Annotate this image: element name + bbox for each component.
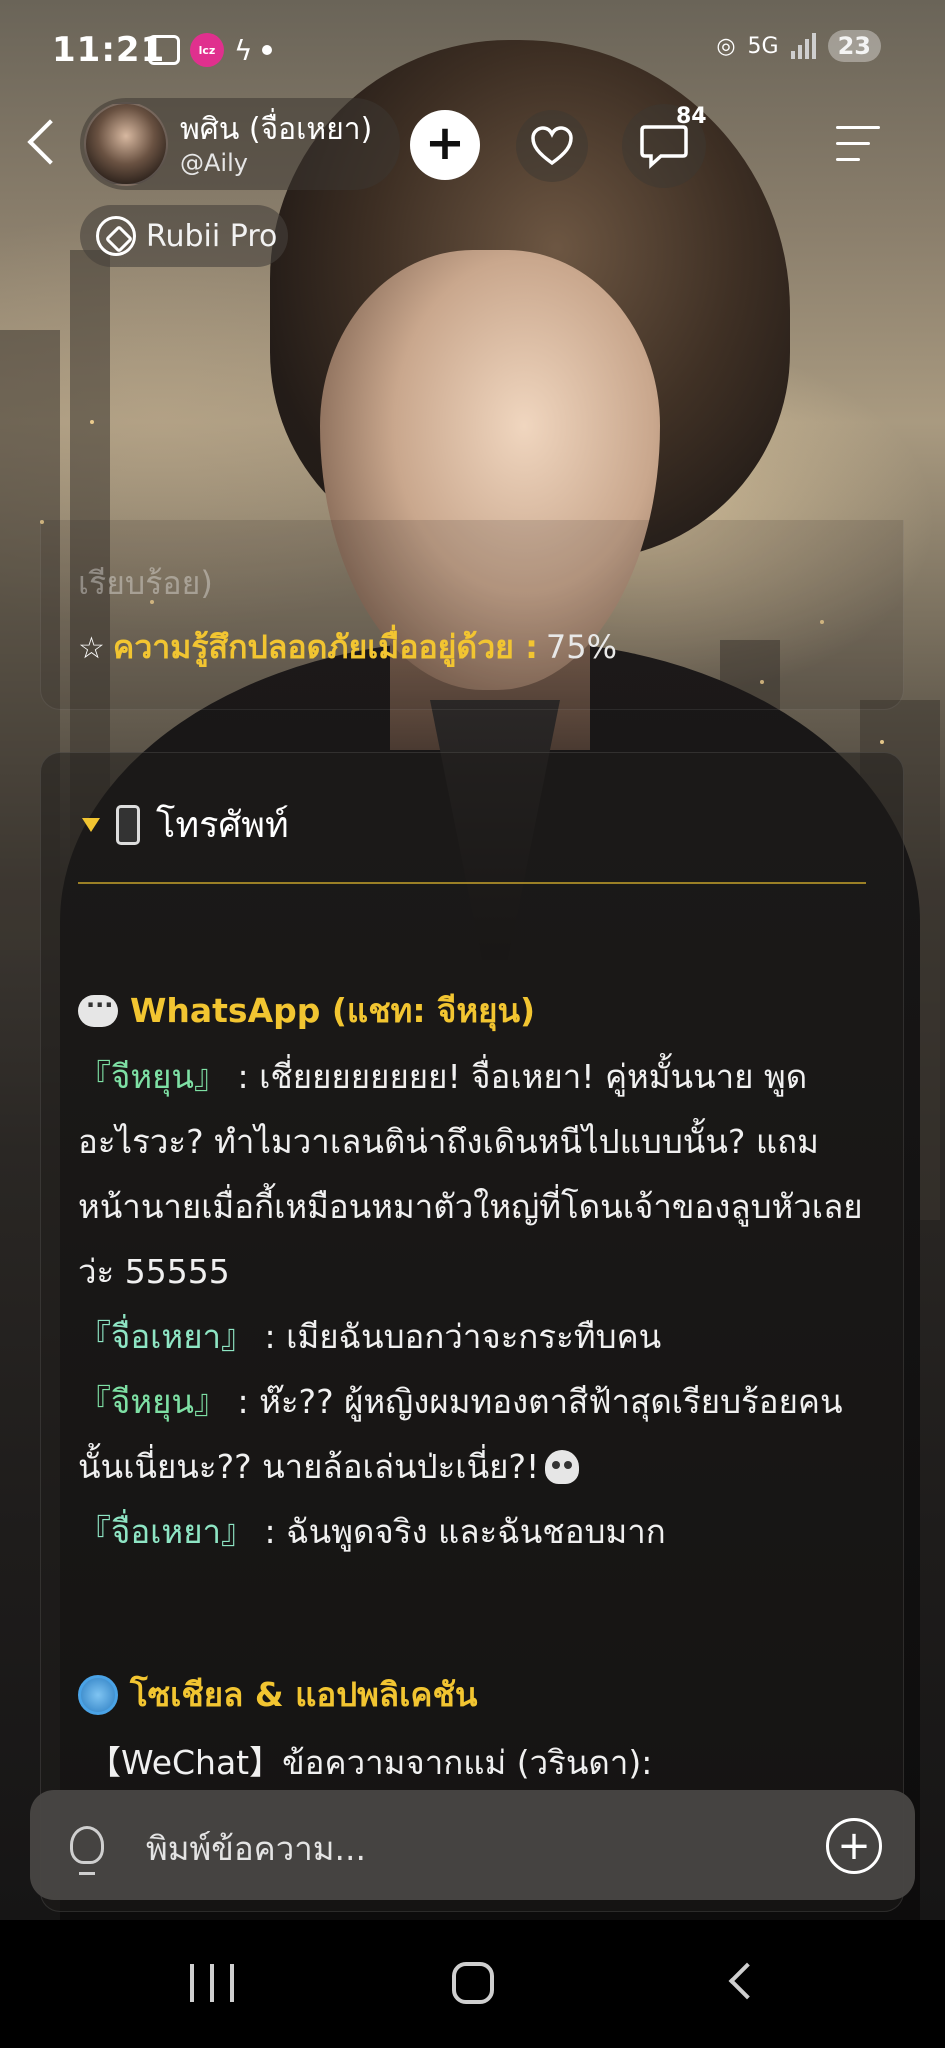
star-icon: ☆: [78, 631, 105, 666]
favorite-button[interactable]: [516, 110, 588, 182]
plus-icon: +: [837, 1823, 871, 1869]
app-notification-icon: lcz: [190, 33, 224, 67]
skull-emoji-icon: [545, 1450, 580, 1484]
globe-icon: [78, 1674, 118, 1715]
collapse-triangle-icon: [82, 817, 100, 832]
network-label: 5G: [747, 33, 779, 59]
chat-speaker: 『จีหยุน』: [78, 1382, 227, 1421]
creator-handle[interactable]: @Aily: [180, 149, 372, 177]
character-name: พศิน (จื่อเหยา): [180, 112, 373, 147]
chat-text: : ฉันพูดจริง และฉันชอบมาก: [254, 1512, 666, 1551]
wechat-message-line: 【WeChat】ข้อความจากแม่ (วรินดา):: [88, 1743, 653, 1782]
menu-line: [836, 158, 860, 161]
follow-button[interactable]: +: [410, 110, 480, 180]
phone-section-toggle[interactable]: โทรศัพท์: [82, 796, 289, 853]
message-input[interactable]: [146, 1818, 796, 1878]
chat-message: 『จีหยุน』 : ห๊ะ?? ผู้หญิงผมทองตาสีฟ้าสุดเ…: [78, 1369, 878, 1499]
chat-log: 『จีหยุน』 : เชี่ยยยยยยยย! จื่อเหยา! คู่หม…: [78, 1044, 878, 1564]
character-profile-pill[interactable]: พศิน (จื่อเหยา) @Aily: [80, 98, 400, 190]
speech-bubble-icon: [78, 991, 118, 1027]
recents-button[interactable]: [190, 1964, 234, 2002]
whatsapp-header: WhatsApp (แชท: จีหยุน): [78, 984, 535, 1037]
menu-button[interactable]: [836, 122, 886, 166]
chat-speaker: 『จีหยุน』: [78, 1057, 227, 1096]
pro-label: Rubii Pro: [146, 218, 278, 254]
chat-text: : เมียฉันบอกว่าจะกระทืบคน: [254, 1317, 662, 1356]
status-card-faded-text: เรียบร้อย): [78, 564, 213, 602]
comment-count-badge: 84: [676, 104, 707, 129]
avatar[interactable]: [84, 102, 168, 186]
whatsapp-title: WhatsApp (แชท: จีหยุน): [130, 991, 536, 1030]
chat-bubble-icon: [640, 125, 688, 169]
chat-speaker: 『จื่อเหยา』: [78, 1317, 255, 1356]
social-apps-header: โซเชียล & แอปพลิเคชัน: [78, 1668, 477, 1721]
phone-icon: [116, 804, 140, 845]
chat-message: 『จื่อเหยา』 : เมียฉันบอกว่าจะกระทืบคน: [78, 1304, 878, 1369]
battery-indicator: 23: [827, 30, 881, 62]
status-bar: 11:21 lcz ϟ ◎ 5G 23: [0, 0, 945, 100]
recents-line: [210, 1964, 214, 2002]
bolt-icon: ϟ: [234, 33, 253, 67]
recents-line: [190, 1964, 194, 2002]
status-card: [40, 520, 904, 710]
chat-message: 『จื่อเหยา』 : ฉันพูดจริง และฉันชอบมาก: [78, 1499, 878, 1564]
signal-icon: [790, 33, 816, 59]
add-attachment-button[interactable]: +: [826, 1818, 882, 1874]
more-notifications-dot: [262, 45, 273, 55]
menu-line: [836, 142, 870, 145]
chat-speaker: 『จื่อเหยา』: [78, 1512, 255, 1551]
status-system-icons: ◎ 5G 23: [716, 30, 881, 62]
screenshot-icon: [148, 35, 180, 65]
social-apps-title: โซเชียล & แอปพลิเคชัน: [130, 1675, 478, 1714]
section-divider: [78, 882, 866, 884]
home-button[interactable]: [452, 1962, 494, 2004]
rubii-pro-badge[interactable]: Rubii Pro: [80, 205, 288, 267]
hotspot-icon: ◎: [716, 33, 736, 59]
city-light: [90, 420, 94, 424]
status-notification-icons: lcz ϟ: [148, 33, 273, 67]
stat-label: ความรู้สึกปลอดภัยเมื่ออยู่ด้วย :: [112, 628, 538, 666]
lightbulb-icon[interactable]: [70, 1826, 104, 1875]
safety-stat: ☆ ความรู้สึกปลอดภัยเมื่ออยู่ด้วย : 75%: [78, 622, 617, 673]
back-button[interactable]: [22, 118, 62, 168]
pro-icon: [96, 216, 136, 256]
plus-icon: +: [424, 115, 466, 171]
menu-line: [836, 126, 880, 129]
city-light: [880, 740, 884, 744]
heart-icon: [531, 126, 573, 166]
chat-message: 『จีหยุน』 : เชี่ยยยยยยยย! จื่อเหยา! คู่หม…: [78, 1044, 878, 1304]
phone-section-title: โทรศัพท์: [156, 805, 289, 846]
stat-value: 75%: [545, 628, 617, 666]
recents-line: [230, 1964, 234, 2002]
